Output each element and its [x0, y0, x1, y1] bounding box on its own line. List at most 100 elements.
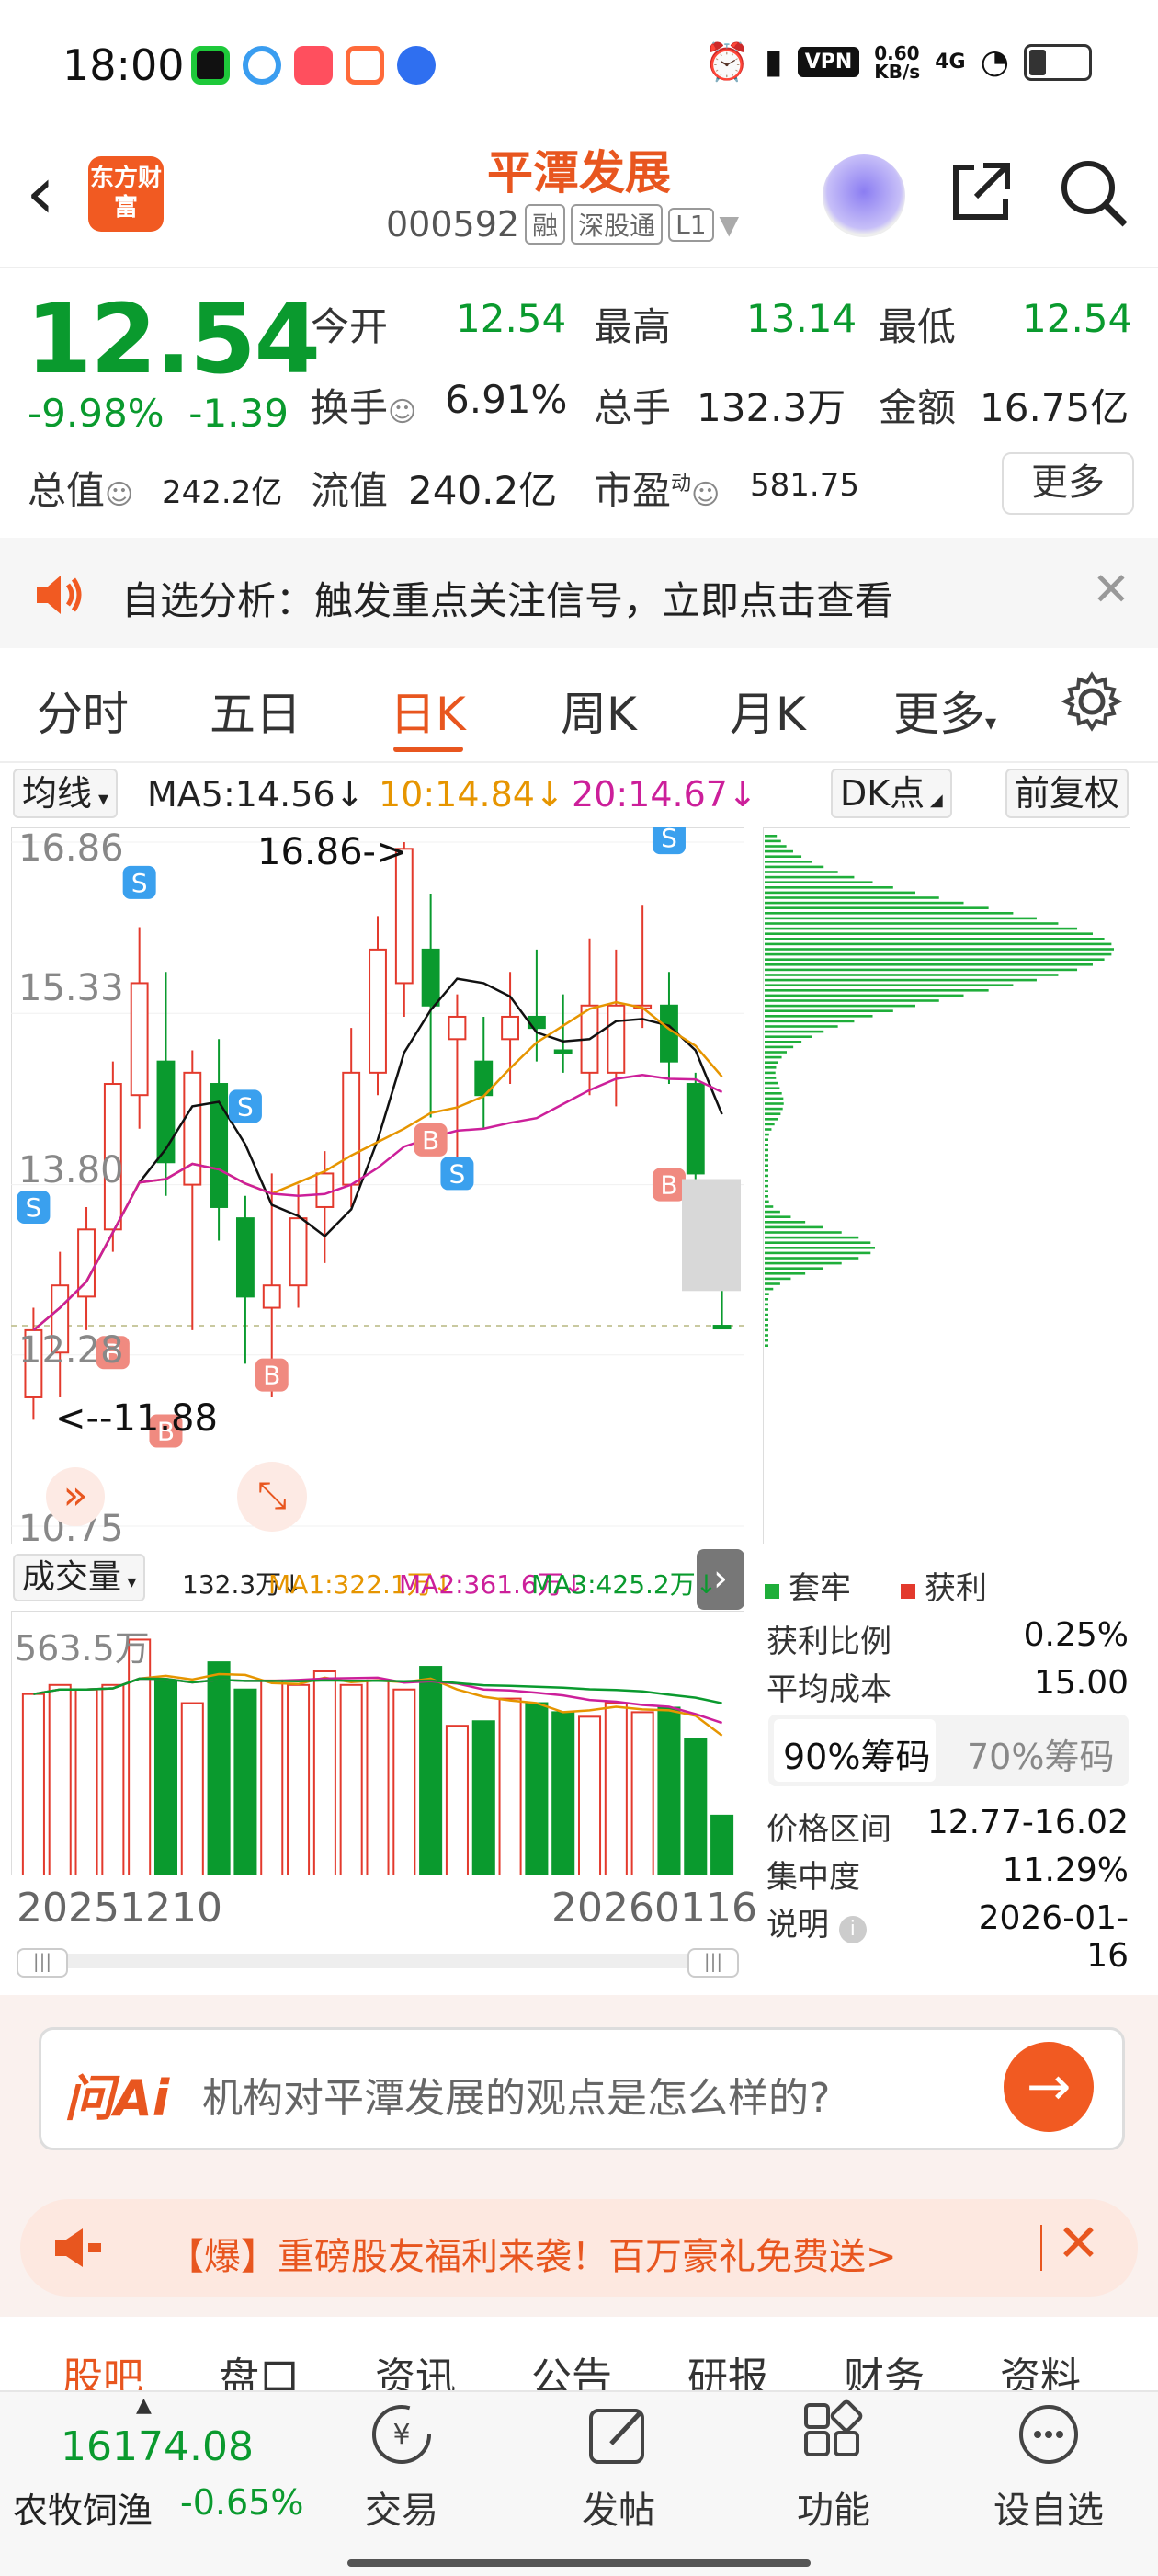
chip-bar — [765, 1009, 893, 1012]
search-icon[interactable] — [1057, 156, 1130, 234]
chip-bar — [765, 1174, 768, 1178]
chip-bar — [765, 1041, 802, 1043]
avg-cost-label: 平均成本 — [766, 1671, 891, 1708]
chip-bar — [765, 901, 964, 905]
notice-text[interactable]: 自选分析：触发重点关注信号，立即点击查看 — [121, 570, 893, 626]
chip-distribution-chart — [763, 827, 1130, 1544]
chip-bar — [765, 1339, 768, 1342]
candle-body — [553, 1049, 573, 1054]
range-scrollbar[interactable]: ||| ||| — [17, 1948, 739, 1978]
chip-bar — [765, 1164, 768, 1167]
tab-more[interactable]: 更多▾ — [893, 678, 996, 744]
ma10-legend: 10:14.84↓ — [379, 774, 564, 815]
chip-bar — [765, 881, 873, 883]
chip-bar — [765, 855, 802, 858]
close-icon[interactable]: ✕ — [1057, 2214, 1100, 2274]
more-button[interactable]: 更多 — [1002, 452, 1134, 515]
chip-bar — [765, 1077, 777, 1079]
stock-code-row[interactable]: 000592 融 深股通 L1 ▼ — [386, 204, 739, 245]
index-name[interactable]: 农牧饲渔 — [13, 2482, 153, 2533]
chip-bar — [765, 1051, 787, 1054]
volume-bar — [207, 1661, 231, 1875]
chip-bar — [765, 891, 916, 895]
chip-bar — [765, 1215, 791, 1218]
ai-question[interactable]: 机构对平潭发展的观点是怎么样的? — [202, 2065, 830, 2124]
home-indicator[interactable] — [347, 2559, 811, 2567]
wifi-icon: ◔ — [980, 43, 1009, 81]
chip-bar — [765, 1030, 824, 1033]
chip-bar — [765, 1133, 769, 1136]
volume-bar — [604, 1702, 628, 1875]
candle-body — [421, 948, 440, 1007]
profit-ratio-value: 0.25% — [1023, 1616, 1129, 1654]
signal-icon: 4G — [935, 51, 966, 74]
index-value[interactable]: 16174.08 — [61, 2423, 254, 2470]
candle-body — [262, 1284, 281, 1309]
volume-bar — [366, 1679, 390, 1875]
tab-chip-70[interactable]: 70%筹码 — [967, 1728, 1114, 1779]
chip-bar — [765, 1236, 859, 1239]
arrow-right-icon[interactable]: → — [1004, 2042, 1094, 2132]
tab-five-day[interactable]: 五日 — [210, 678, 301, 744]
chip-bar — [765, 912, 1014, 915]
fast-forward-icon[interactable]: » — [46, 1467, 105, 1526]
candle-body — [501, 1015, 520, 1041]
scroll-handle-left[interactable]: ||| — [17, 1948, 68, 1978]
nav-functions[interactable]: 功能 — [765, 2399, 903, 2534]
candle-body — [369, 948, 387, 1074]
tab-intraday[interactable]: 分时 — [37, 678, 129, 744]
volume-label: 总手 — [594, 385, 672, 430]
chip-bar — [765, 1298, 768, 1301]
chip-bar — [765, 1144, 768, 1146]
scroll-handle-right[interactable]: ||| — [687, 1948, 739, 1978]
tab-chip-90[interactable]: 90%筹码 — [783, 1728, 930, 1779]
tab-weekly-k[interactable]: 周K — [561, 678, 637, 744]
chip-bar — [765, 849, 793, 853]
trade-icon: ¥ — [333, 2399, 471, 2473]
app-icon-orange — [346, 46, 384, 85]
info-icon: ☺ — [691, 479, 721, 511]
chip-bar — [765, 1190, 768, 1192]
settings-gear-icon[interactable] — [1061, 671, 1123, 735]
chip-bar — [765, 839, 781, 843]
nav-trade[interactable]: ¥ 交易 — [333, 2399, 471, 2534]
chip-bar — [765, 1184, 768, 1188]
tab-daily-k[interactable]: 日K — [390, 678, 466, 744]
ai-robot-icon[interactable] — [823, 154, 905, 237]
max-price-note: 16.86-> — [257, 831, 407, 873]
current-price: 12.54 — [26, 283, 321, 395]
volume-selector[interactable]: 成交量 ▾ — [13, 1554, 146, 1601]
note-date: 2026-01-16 — [978, 1899, 1129, 1975]
profit-ratio-label: 获利比例 — [766, 1624, 891, 1660]
volume-bar — [498, 1697, 522, 1875]
promo-text[interactable]: 【爆】重磅股友福利来袭！百万豪礼免费送> — [167, 2227, 897, 2280]
chip-bar — [765, 1267, 823, 1270]
chip-bar — [765, 1128, 772, 1131]
expand-icon[interactable]: ⤡ — [237, 1462, 307, 1532]
ma-selector[interactable]: 均线 ▾ — [13, 769, 119, 818]
tab-monthly-k[interactable]: 月K — [730, 678, 806, 744]
chip-bar — [765, 1025, 838, 1028]
end-date: 20260116 — [551, 1885, 757, 1932]
min-price-note: <--11.88 — [55, 1397, 218, 1440]
volume-bar — [525, 1702, 549, 1875]
adjust-button[interactable]: 前复权 — [1005, 769, 1130, 818]
nav-post[interactable]: 发帖 — [550, 2399, 687, 2534]
chip-bar — [765, 984, 1014, 986]
chip-bar — [765, 932, 1093, 935]
chip-bar — [765, 1081, 778, 1085]
chip-bar — [765, 1313, 768, 1316]
dk-point-button[interactable]: DK点 ◢ — [831, 769, 952, 818]
chip-bar — [765, 1334, 768, 1337]
open-label: 今开 — [311, 304, 389, 349]
nav-add-watchlist[interactable]: 设自选 — [980, 2399, 1118, 2534]
chip-bar — [765, 1035, 812, 1038]
note-label[interactable]: 说明 i — [766, 1899, 867, 1944]
chip-bar — [765, 865, 824, 869]
divider — [0, 761, 1158, 763]
share-icon[interactable] — [947, 156, 1016, 230]
chip-bar — [765, 1318, 768, 1321]
vpn-icon: VPN — [797, 47, 860, 77]
candle-body — [315, 1172, 335, 1208]
close-icon[interactable]: ✕ — [1092, 563, 1130, 616]
